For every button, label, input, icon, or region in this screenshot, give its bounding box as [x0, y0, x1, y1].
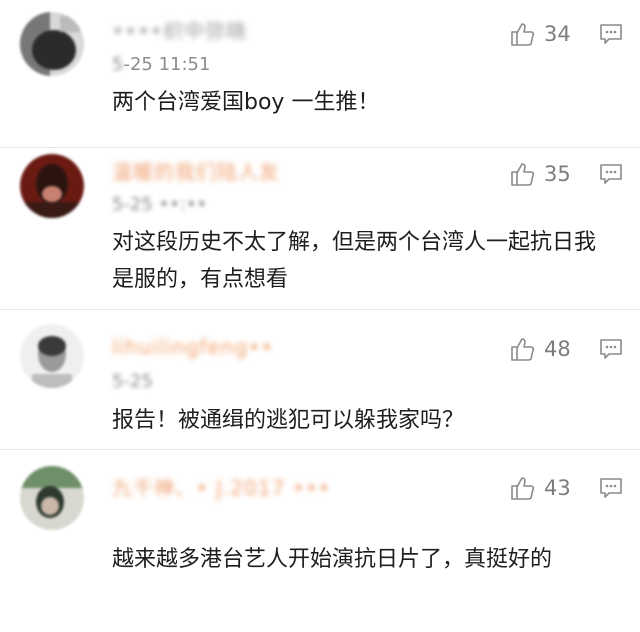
timestamp-visible: -25 11:51 — [123, 54, 211, 75]
reply-button[interactable] — [598, 161, 624, 187]
timestamp-blurred: 5 — [112, 54, 124, 75]
like-count: 34 — [544, 22, 571, 46]
thumbs-up-icon — [511, 23, 535, 46]
reply-button[interactable] — [598, 21, 624, 47]
comment-item: 温暖的我们陆人友 5-25 ••:•• 对这段历史不太了解，但是两个台湾人一起抗… — [0, 148, 640, 310]
comment-icon — [600, 339, 622, 359]
comment-text: 越来越多港台艺人开始演抗日片了，真挺好的 — [112, 547, 553, 572]
timestamp-blurred: 5-25 — [112, 371, 153, 392]
username[interactable]: lihuilingfeng•• — [112, 336, 274, 358]
comment-item: 九千神、• J.2017 ••• 越来越多港台艺人开始演抗日片了，真挺好的 43 — [0, 450, 640, 632]
username[interactable]: ••••织中弥晓 — [112, 20, 247, 42]
comment-text: 报告！被通缉的逃犯可以躲我家吗？ — [112, 408, 465, 433]
like-count: 35 — [544, 162, 571, 186]
like-count: 43 — [544, 476, 571, 500]
avatar-image — [20, 324, 84, 388]
avatar[interactable] — [20, 154, 84, 218]
thumbs-up-icon — [511, 477, 535, 500]
thumbs-up-icon — [511, 338, 535, 361]
thumbs-up-icon — [511, 163, 535, 186]
timestamp: 5-25 — [112, 372, 153, 392]
avatar-image — [20, 12, 84, 76]
username[interactable]: 温暖的我们陆人友 — [112, 161, 280, 183]
like-button[interactable]: 43 — [510, 473, 580, 503]
comment-icon — [600, 164, 622, 184]
comment-item: lihuilingfeng•• 5-25 报告！被通缉的逃犯可以躲我家吗？ 48 — [0, 310, 640, 450]
timestamp: 5-25 11:51 — [112, 55, 210, 75]
comment-text: 两个台湾爱国boy 一生推！ — [112, 90, 380, 115]
timestamp: 5-25 ••:•• — [112, 195, 207, 215]
reply-button[interactable] — [598, 475, 624, 501]
timestamp-blurred: 5-25 ••:•• — [112, 194, 208, 215]
avatar-image — [20, 466, 84, 530]
comment-icon — [600, 24, 622, 44]
like-button[interactable]: 48 — [510, 334, 580, 364]
reply-button[interactable] — [598, 336, 624, 362]
avatar[interactable] — [20, 12, 84, 76]
avatar[interactable] — [20, 324, 84, 388]
avatar[interactable] — [20, 466, 84, 530]
comment-text: 对这段历史不太了解，但是两个台湾人一起抗日我是服的，有点想看 — [112, 230, 597, 292]
like-button[interactable]: 35 — [510, 159, 580, 189]
avatar-image — [20, 154, 84, 218]
like-button[interactable]: 34 — [510, 19, 580, 49]
like-count: 48 — [544, 337, 571, 361]
comment-icon — [600, 478, 622, 498]
comment-item: ••••织中弥晓 5-25 11:51 两个台湾爱国boy 一生推！ 34 — [0, 0, 640, 148]
username[interactable]: 九千神、• J.2017 ••• — [112, 477, 331, 499]
